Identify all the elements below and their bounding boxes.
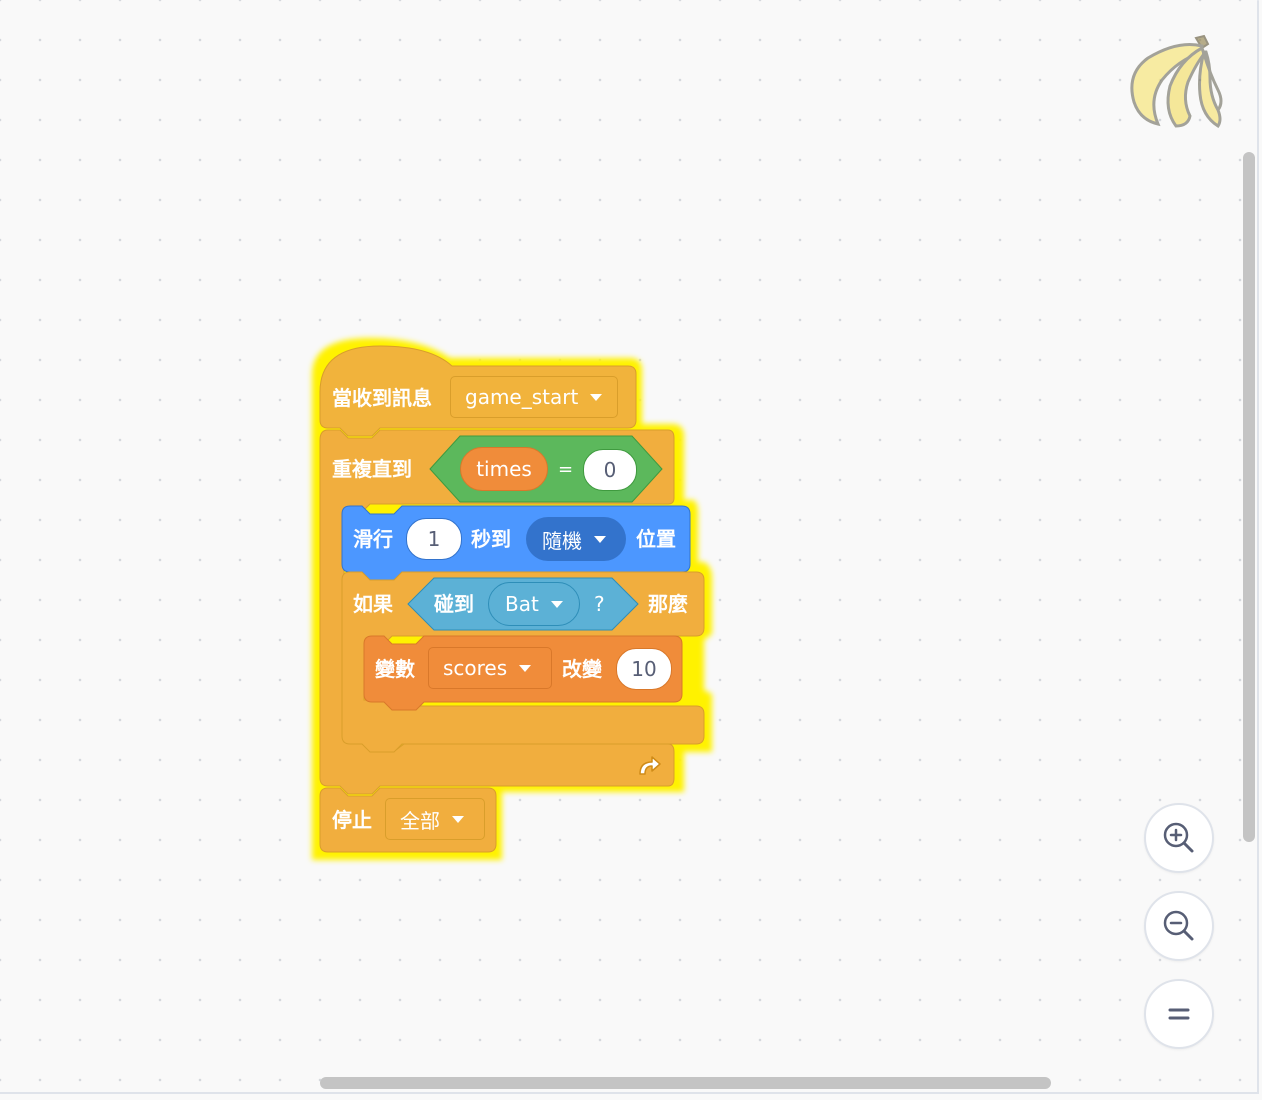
- chevron-down-icon: [594, 535, 606, 543]
- stop-option-dropdown[interactable]: 全部: [385, 798, 485, 840]
- variable-dropdown-value: scores: [443, 656, 508, 680]
- glide-target-dropdown[interactable]: 隨機: [526, 517, 626, 561]
- if-label: 如果: [353, 592, 393, 616]
- workspace-right-border: [1257, 0, 1259, 1094]
- zoom-reset-button[interactable]: [1144, 979, 1214, 1049]
- question-mark: ?: [594, 592, 605, 616]
- zoom-in-button[interactable]: [1144, 803, 1214, 873]
- chevron-down-icon: [590, 393, 603, 401]
- touching-target-dropdown[interactable]: Bat: [488, 582, 580, 626]
- times-variable-label: times: [476, 457, 532, 481]
- times-variable-reporter[interactable]: times: [460, 447, 548, 491]
- glide-target-value: 隨機: [542, 528, 582, 553]
- glide-seconds-value: 1: [427, 527, 441, 551]
- zoom-out-icon: [1163, 910, 1194, 941]
- glide-label-post: 位置: [636, 527, 676, 551]
- variable-dropdown[interactable]: scores: [428, 647, 552, 689]
- compare-value-input[interactable]: 0: [583, 449, 637, 491]
- zoom-out-button[interactable]: [1144, 891, 1214, 961]
- glide-label-pre: 滑行: [353, 527, 393, 551]
- glide-label-mid: 秒到: [471, 527, 511, 551]
- hat-block-label: 當收到訊息: [332, 386, 432, 410]
- change-label: 改變: [562, 657, 602, 681]
- compare-value: 0: [603, 458, 617, 482]
- zoom-reset-icon: [1168, 1008, 1190, 1020]
- touching-target-value: Bat: [505, 592, 539, 616]
- zoom-in-icon: [1163, 822, 1194, 853]
- chevron-down-icon: [452, 815, 464, 823]
- stop-option-value: 全部: [400, 808, 440, 833]
- variable-label: 變數: [375, 657, 415, 681]
- stop-label: 停止: [332, 808, 372, 832]
- touching-label: 碰到: [434, 592, 474, 616]
- vertical-scrollbar[interactable]: [1243, 152, 1255, 842]
- change-amount-value: 10: [631, 657, 657, 681]
- glide-seconds-input[interactable]: 1: [406, 518, 462, 560]
- then-label: 那麼: [648, 592, 688, 616]
- banana-icon: [1130, 34, 1223, 129]
- horizontal-scrollbar[interactable]: [320, 1077, 1051, 1089]
- script-workspace[interactable]: 當收到訊息 game_start 重複直到 times = 0 滑行 1 秒到 …: [0, 0, 1262, 1100]
- repeat-block-label: 重複直到: [332, 457, 412, 481]
- change-amount-input[interactable]: 10: [616, 648, 672, 690]
- workspace-bottom-border: [0, 1092, 1259, 1094]
- equals-sign: =: [558, 459, 574, 480]
- script-stack[interactable]: [0, 0, 1262, 1100]
- chevron-down-icon: [550, 600, 563, 608]
- message-dropdown[interactable]: game_start: [450, 376, 618, 418]
- message-dropdown-value: game_start: [465, 385, 579, 409]
- chevron-down-icon: [519, 664, 532, 672]
